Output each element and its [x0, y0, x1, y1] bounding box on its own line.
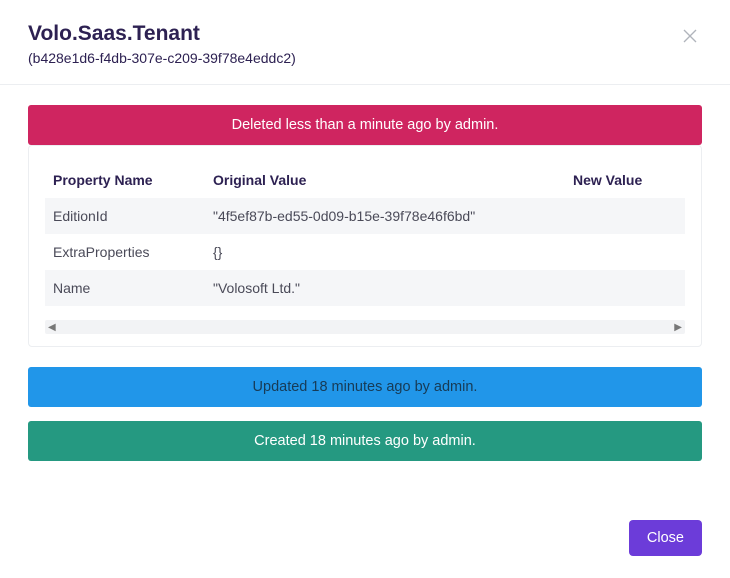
updated-banner[interactable]: Updated 18 minutes ago by admin.	[28, 367, 702, 407]
cell-property: EditionId	[45, 198, 205, 234]
col-original: Original Value	[205, 162, 565, 198]
updated-banner-text: Updated 18 minutes ago by admin.	[253, 379, 478, 395]
modal-subtitle: (b428e1d6-f4db-307e-c209-39f78e4eddc2)	[28, 50, 296, 66]
cell-original: {}	[205, 234, 565, 270]
cell-new	[565, 234, 685, 270]
created-banner-text: Created 18 minutes ago by admin.	[254, 433, 476, 449]
cell-original: "Volosoft Ltd."	[205, 270, 565, 306]
modal-footer: Close	[0, 504, 730, 578]
cell-new	[565, 270, 685, 306]
deleted-banner-text: Deleted less than a minute ago by admin.	[232, 117, 499, 133]
col-property: Property Name	[45, 162, 205, 198]
table-row: EditionId "4f5ef87b-ed55-0d09-b15e-39f78…	[45, 198, 685, 234]
audit-modal: Volo.Saas.Tenant (b428e1d6-f4db-307e-c20…	[0, 0, 730, 578]
change-card: Property Name Original Value New Value E…	[28, 145, 702, 347]
col-new: New Value	[565, 162, 685, 198]
horizontal-scrollbar[interactable]: ◀ ▶	[45, 320, 685, 334]
created-banner[interactable]: Created 18 minutes ago by admin.	[28, 421, 702, 461]
table-row: ExtraProperties {}	[45, 234, 685, 270]
cell-property: ExtraProperties	[45, 234, 205, 270]
modal-body: Deleted less than a minute ago by admin.…	[0, 85, 730, 504]
close-icon[interactable]	[678, 22, 702, 52]
cell-new	[565, 198, 685, 234]
scroll-left-icon: ◀	[48, 322, 56, 333]
cell-property: Name	[45, 270, 205, 306]
modal-title: Volo.Saas.Tenant	[28, 22, 296, 46]
cell-original: "4f5ef87b-ed55-0d09-b15e-39f78e46f6bd"	[205, 198, 565, 234]
deleted-banner[interactable]: Deleted less than a minute ago by admin.	[28, 105, 702, 145]
close-button[interactable]: Close	[629, 520, 702, 556]
scroll-right-icon: ▶	[674, 322, 682, 333]
table-row: Name "Volosoft Ltd."	[45, 270, 685, 306]
changes-table: Property Name Original Value New Value E…	[45, 162, 685, 306]
title-block: Volo.Saas.Tenant (b428e1d6-f4db-307e-c20…	[28, 22, 296, 66]
modal-header: Volo.Saas.Tenant (b428e1d6-f4db-307e-c20…	[0, 0, 730, 85]
